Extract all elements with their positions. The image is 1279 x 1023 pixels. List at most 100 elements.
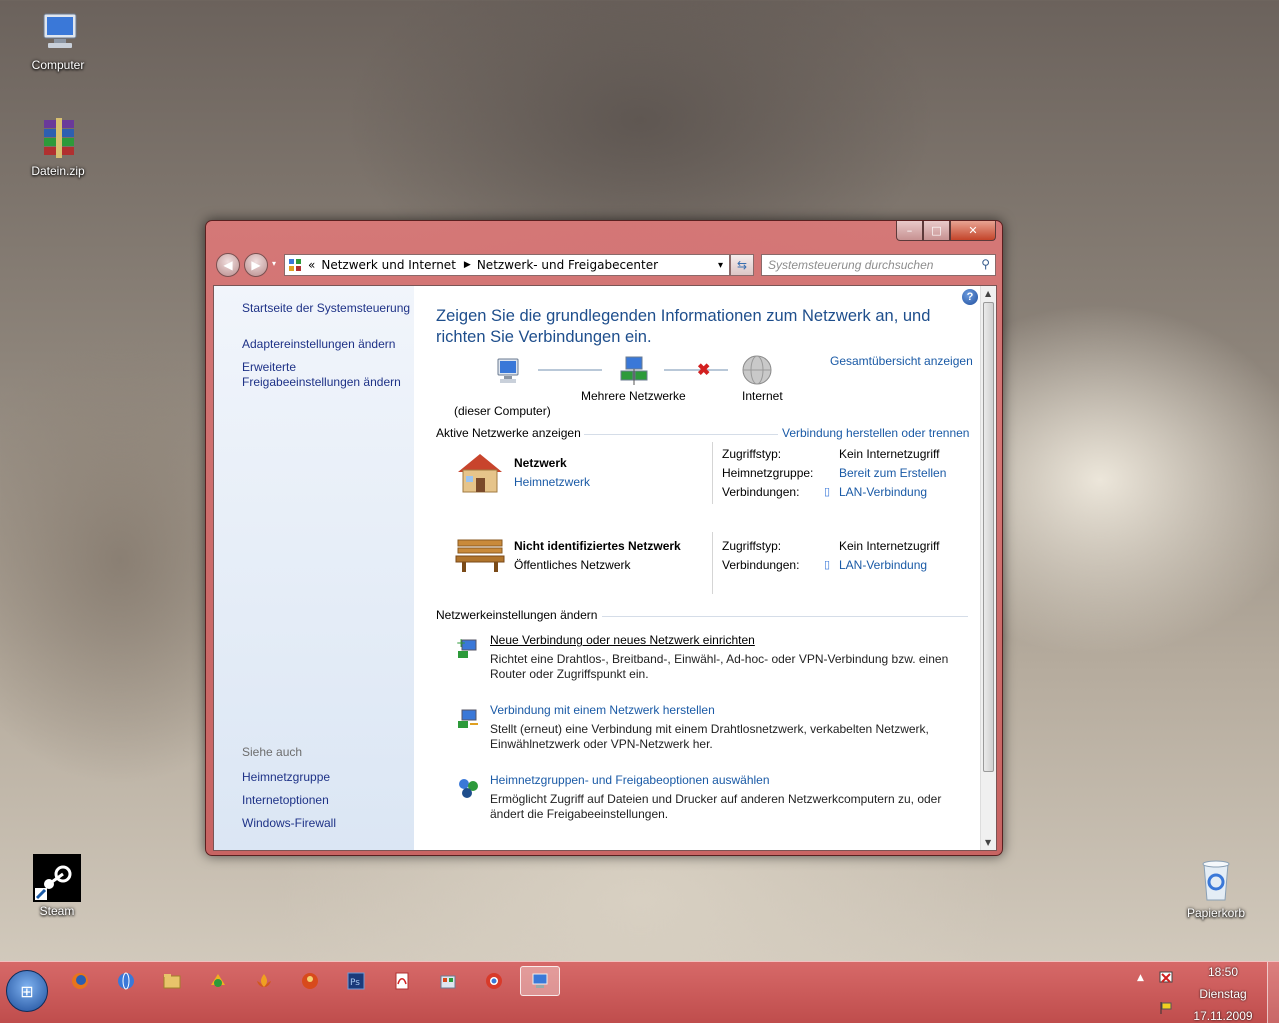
task-description: Richtet eine Drahtlos-, Breitband-, Einw… — [490, 652, 949, 681]
vertical-scrollbar[interactable]: ▲ ▼ — [980, 286, 996, 850]
map-link-line — [538, 369, 602, 371]
forward-button[interactable]: ▶ — [244, 253, 268, 277]
house-icon[interactable] — [454, 450, 506, 496]
section-divider — [602, 616, 968, 617]
main-content: ? Zeigen Sie die grundlegenden Informati… — [414, 286, 982, 850]
lan-connection-link[interactable]: LAN-Verbindung — [839, 558, 927, 572]
access-type-label: Zugriffstyp: — [722, 539, 782, 553]
control-panel-icon[interactable] — [428, 966, 468, 996]
network-name: Netzwerk — [514, 456, 567, 470]
desktop-icon-label: Steam — [39, 904, 75, 918]
connect-disconnect-link[interactable]: Verbindung herstellen oder trennen — [782, 426, 969, 440]
clock-day[interactable]: Dienstag — [1180, 987, 1266, 1001]
search-icon[interactable]: ⚲ — [981, 257, 990, 271]
multiple-networks-icon[interactable] — [618, 355, 650, 387]
clock-time[interactable]: 18:50 — [1180, 965, 1266, 979]
address-dropdown-icon[interactable]: ▾ — [718, 260, 723, 271]
advanced-sharing-link[interactable]: Erweiterte Freigabeeinstellungen ändern — [242, 360, 407, 390]
this-computer-icon[interactable] — [492, 356, 524, 388]
show-hidden-icons-icon[interactable]: ▲ — [1137, 973, 1144, 983]
lan-connection-link[interactable]: LAN-Verbindung — [839, 485, 927, 499]
network-center-icon[interactable] — [520, 966, 560, 996]
breadcrumb-overflow[interactable]: « — [308, 258, 315, 272]
connect-to-network-link[interactable]: Verbindung mit einem Netzwerk herstellen — [490, 703, 715, 717]
svg-text:+: + — [456, 636, 466, 650]
column-divider — [712, 442, 713, 504]
forward-arrow-icon: ▶ — [251, 258, 261, 272]
section-divider — [584, 434, 778, 435]
address-bar[interactable]: « Netzwerk und Internet ▶ Netzwerk- und … — [284, 254, 730, 276]
desktop-icon-steam[interactable]: Steam — [17, 854, 97, 918]
desktop-icon-datein-zip[interactable]: Datein.zip — [18, 114, 98, 178]
lan-connection-icon: ▯ — [824, 559, 831, 571]
see-also-heading: Siehe auch — [242, 745, 303, 759]
firefox-icon[interactable] — [60, 966, 100, 996]
windows-firewall-link[interactable]: Windows-Firewall — [242, 816, 412, 831]
desktop-icon-label: Computer — [31, 58, 85, 72]
help-icon[interactable]: ? — [962, 289, 978, 305]
breadcrumb-freigabecenter[interactable]: Netzwerk- und Freigabecenter — [477, 258, 658, 272]
search-placeholder: Systemsteuerung durchsuchen — [768, 258, 934, 272]
winamp-icon[interactable] — [198, 966, 238, 996]
network-type: Öffentliches Netzwerk — [514, 558, 631, 572]
photoshop-icon[interactable]: Ps — [336, 966, 376, 996]
connections-label: Verbindungen: — [722, 485, 800, 499]
no-connection-x-icon: ✖ — [697, 362, 711, 379]
network-center-window: – □ ✕ ◀ ▶ ▾ « Netzwerk und Internet ▶ Ne… — [205, 220, 1003, 856]
back-arrow-icon: ◀ — [223, 258, 233, 272]
close-button[interactable]: ✕ — [950, 221, 996, 241]
pdf-reader-icon[interactable] — [382, 966, 422, 996]
refresh-button[interactable]: ⇆ — [730, 254, 754, 276]
windows-orb-icon[interactable]: ⊞ — [6, 970, 48, 1012]
avatar-app-icon[interactable] — [290, 966, 330, 996]
homegroup-icon — [456, 776, 480, 800]
breadcrumb-separator-icon[interactable]: ▶ — [464, 260, 471, 270]
full-map-link[interactable]: Gesamtübersicht anzeigen — [830, 354, 973, 368]
caption-buttons: – □ ✕ — [896, 221, 996, 241]
breadcrumb-netzwerk-und-internet[interactable]: Netzwerk und Internet — [321, 258, 456, 272]
homegroup-status-link[interactable]: Bereit zum Erstellen — [839, 466, 946, 480]
action-center-icon[interactable] — [1158, 1000, 1174, 1019]
task-description: Ermöglicht Zugriff auf Dateien und Druck… — [490, 792, 942, 821]
lotus-icon[interactable] — [244, 966, 284, 996]
access-type-value: Kein Internetzugriff — [839, 447, 940, 461]
map-node-label: Mehrere Netzwerke — [581, 389, 686, 403]
internet-options-link[interactable]: Internetoptionen — [242, 793, 412, 808]
show-desktop-button[interactable] — [1267, 962, 1279, 1023]
network-status-icon[interactable] — [1158, 970, 1174, 989]
clock-date[interactable]: 17.11.2009 — [1180, 1009, 1266, 1023]
explorer-folder-icon[interactable] — [152, 966, 192, 996]
chrome-like-icon[interactable] — [474, 966, 514, 996]
search-input[interactable]: Systemsteuerung durchsuchen ⚲ — [761, 254, 996, 276]
minimize-button[interactable]: – — [896, 221, 923, 241]
desktop-icon-recycle-bin[interactable]: Papierkorb — [1176, 856, 1256, 920]
desktop-icon-label: Papierkorb — [1186, 906, 1246, 920]
map-node-label: (dieser Computer) — [454, 404, 551, 418]
adapter-settings-link[interactable]: Adaptereinstellungen ändern — [242, 337, 412, 352]
network-globe-icon[interactable] — [106, 966, 146, 996]
control-panel-home-link[interactable]: Startseite der Systemsteuerung — [242, 301, 412, 316]
computer-icon — [34, 8, 82, 56]
network-name: Nicht identifiziertes Netzwerk — [514, 539, 681, 553]
network-type-link[interactable]: Heimnetzwerk — [514, 475, 590, 489]
homegroup-options-link[interactable]: Heimnetzgruppen- und Freigabeoptionen au… — [490, 773, 770, 787]
desktop-icon-computer[interactable]: Computer — [18, 8, 98, 72]
new-connection-icon: + — [456, 636, 480, 660]
scroll-up-arrow-icon[interactable]: ▲ — [985, 289, 991, 298]
map-node-label: Internet — [742, 389, 783, 403]
new-connection-link[interactable]: Neue Verbindung oder neues Netzwerk einr… — [490, 633, 755, 647]
back-button[interactable]: ◀ — [216, 253, 240, 277]
taskbar: ⊞ Ps ▲ 18:50 Dienstag 17.11.2009 — [0, 961, 1279, 1023]
maximize-button[interactable]: □ — [923, 221, 950, 241]
internet-globe-icon[interactable] — [741, 354, 773, 386]
homegroup-link[interactable]: Heimnetzgruppe — [242, 770, 412, 785]
task-description: Stellt (erneut) eine Verbindung mit eine… — [490, 722, 929, 751]
steam-icon — [33, 854, 81, 902]
park-bench-icon[interactable] — [454, 534, 506, 574]
navigation-bar: ◀ ▶ ▾ « Netzwerk und Internet ▶ Netzwerk… — [214, 251, 996, 277]
scrollbar-thumb[interactable] — [983, 302, 994, 772]
connections-label: Verbindungen: — [722, 558, 800, 572]
scroll-down-arrow-icon[interactable]: ▼ — [985, 838, 991, 847]
refresh-icon: ⇆ — [736, 258, 748, 272]
recent-pages-chevron-icon[interactable]: ▾ — [272, 259, 276, 268]
